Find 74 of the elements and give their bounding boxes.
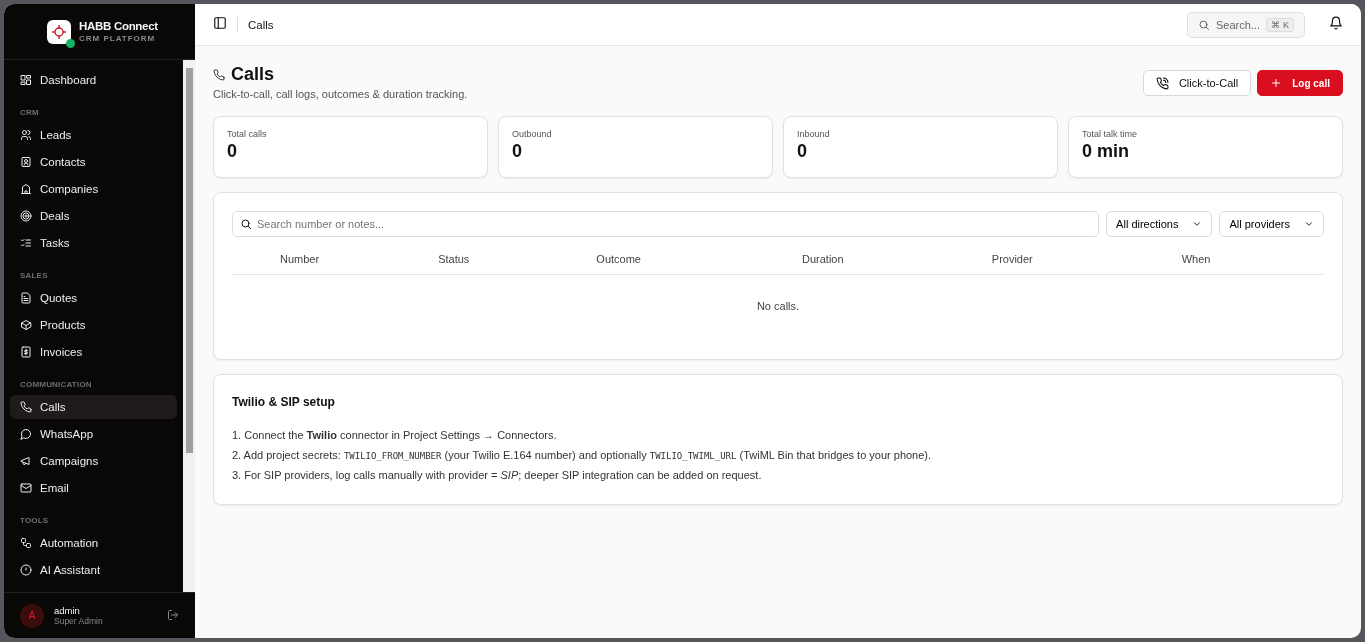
megaphone-icon — [20, 455, 32, 467]
users-icon — [20, 129, 32, 141]
grid-icon — [20, 74, 32, 86]
stat-label: Total talk time — [1082, 129, 1139, 139]
building-icon — [20, 183, 32, 195]
sidebar-item[interactable]: Deals — [10, 204, 177, 228]
column-header: Number — [280, 252, 321, 265]
chat-bubble-icon — [20, 428, 32, 440]
column-header: Provider — [991, 252, 1034, 265]
setup-title: Twilio & SIP setup — [232, 395, 336, 409]
filter-dropdown[interactable]: All directions — [1106, 211, 1213, 237]
plus-icon — [1270, 77, 1283, 89]
chevron-down-icon — [1192, 219, 1203, 229]
sidebar-section-heading: SALES — [19, 271, 49, 280]
sidebar-item[interactable]: Products — [10, 313, 177, 337]
sidebar-item[interactable]: Contacts — [10, 150, 177, 174]
workflow-icon — [20, 537, 32, 549]
sidebar-item[interactable]: Email — [10, 476, 177, 500]
column-header: Outcome — [596, 252, 642, 265]
sidebar-section-heading: TOOLS — [19, 516, 50, 525]
stat-value: 0 min — [1082, 141, 1130, 162]
document-icon — [20, 292, 32, 304]
breadcrumb: Calls — [248, 18, 275, 31]
stat-label: Outbound — [512, 129, 553, 139]
sidebar-item[interactable]: Campaigns — [10, 449, 177, 473]
setup-instruction: 3. For SIP providers, log calls manually with provider = SIP; deeper SIP integration can be added on request. — [232, 469, 763, 481]
filter-dropdown[interactable]: All providers — [1219, 211, 1324, 237]
contact-card-icon — [20, 156, 32, 168]
click-to-call-button[interactable]: Click-to-Call — [1142, 70, 1252, 96]
search-icon — [1197, 18, 1210, 31]
scrollbar[interactable] — [183, 60, 195, 592]
sidebar-item[interactable]: Companies — [10, 177, 177, 201]
brand-subtitle: CRM PLATFORM — [79, 34, 157, 43]
sidebar-item[interactable]: WhatsApp — [10, 422, 177, 446]
setup-instruction: 1. Connect the Twilio connector in Project Settings → Connectors. — [232, 429, 558, 441]
page-subtitle: Click-to-call, call logs, outcomes & duration tracking. — [213, 88, 468, 100]
user-avatar: A — [20, 603, 44, 628]
mail-icon — [20, 482, 32, 494]
sidebar-section-heading: CRM — [19, 108, 40, 117]
target-icon — [20, 210, 32, 222]
user-name: admin — [54, 605, 81, 616]
stat-value: 0 — [512, 141, 523, 162]
user-role: Super Admin — [54, 616, 104, 626]
setup-instruction: 2. Add project secrets: TWILIO_FROM_NUMBER (your Twilio E.164 number) and optionally TWILIO_TWIML_URL (TwiML Bin that bridges to your phone). — [232, 449, 933, 461]
sidebar-item[interactable]: Quotes — [10, 286, 177, 310]
phone-icon — [213, 68, 225, 81]
column-header: Status — [438, 252, 471, 265]
sidebar-item[interactable]: Calls — [10, 395, 177, 419]
sidebar-item[interactable]: Dashboard — [10, 68, 177, 92]
search-field[interactable]: Search number or notes... — [232, 211, 1100, 237]
column-header: When — [1181, 252, 1212, 265]
package-icon — [20, 319, 32, 331]
phone-icon — [20, 401, 32, 413]
empty-state-message: No calls. — [755, 300, 801, 312]
sidebar-item[interactable]: Leads — [10, 123, 177, 147]
shortcut-hint: ⌘ K — [1266, 17, 1294, 32]
sidebar-item[interactable]: Invoices — [10, 340, 177, 364]
sidebar-item[interactable]: AI Assistant — [10, 558, 177, 582]
sidebar-section-heading: COMMUNICATION — [19, 380, 93, 389]
chevron-down-icon — [1304, 219, 1314, 229]
stat-label: Inbound — [797, 129, 831, 139]
phone-icon — [1155, 76, 1169, 90]
log-call-button[interactable]: Log call — [1257, 70, 1343, 96]
sidebar-item[interactable]: Tasks — [10, 231, 177, 255]
checklist-icon — [20, 237, 32, 249]
stat-value: 0 — [227, 141, 238, 162]
column-header: Duration — [802, 252, 845, 265]
receipt-icon — [20, 346, 32, 358]
stat-value: 0 — [797, 141, 808, 162]
sidebar-item[interactable]: Automation — [10, 531, 177, 555]
page-title: Calls — [231, 64, 275, 85]
search-button[interactable]: Search... ⌘ K — [1186, 11, 1305, 38]
brand-name: HABB Connect — [79, 20, 158, 32]
stat-label: Total calls — [227, 129, 268, 139]
